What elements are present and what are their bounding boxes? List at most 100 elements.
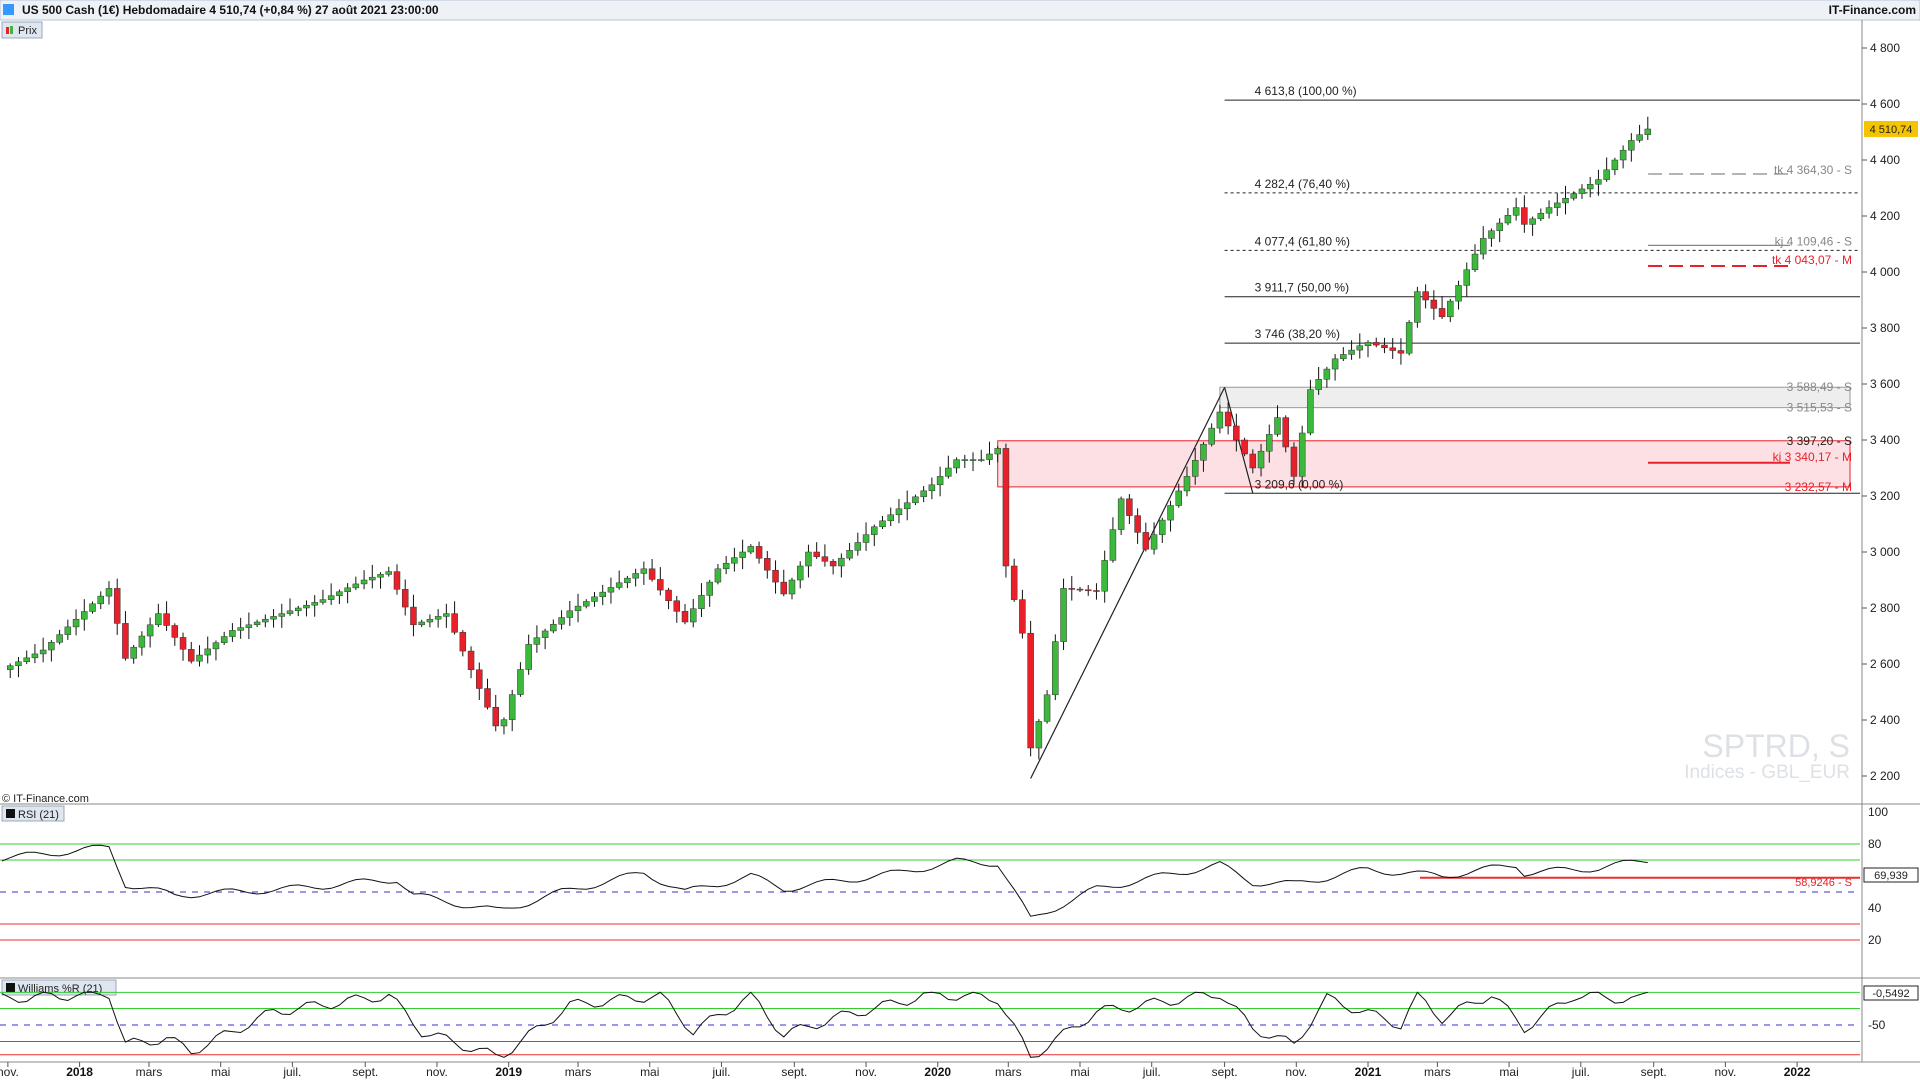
- candle-up: [706, 581, 713, 596]
- williams-value: -0,5492: [1872, 988, 1909, 1000]
- candle-up: [426, 618, 434, 623]
- candle-down: [755, 546, 763, 559]
- candle-up: [714, 568, 722, 583]
- candle-up: [541, 630, 549, 638]
- williams-legend-icon: [6, 983, 15, 992]
- candle-up: [1183, 476, 1191, 492]
- y-tick-label: 3 800: [1870, 321, 1900, 335]
- candle-up: [1191, 460, 1199, 477]
- candle-up: [105, 588, 113, 597]
- candle-up: [336, 591, 343, 596]
- x-tick-label: juil.: [711, 1065, 730, 1079]
- candle-up: [583, 601, 590, 607]
- legend-prix-label: Prix: [18, 25, 37, 37]
- candle-up: [64, 626, 72, 635]
- candle-up: [1447, 300, 1454, 318]
- fib-level-label: 4 613,8 (100,00 %): [1255, 84, 1357, 98]
- y-tick-label: 2 200: [1870, 769, 1900, 783]
- candle-up: [294, 607, 302, 612]
- candle-up: [72, 618, 80, 628]
- candle-up: [986, 453, 993, 460]
- candle-up: [689, 608, 697, 623]
- candle-up: [327, 595, 335, 600]
- candle-up: [862, 534, 870, 543]
- candle-up: [31, 653, 39, 659]
- candle-up: [1340, 354, 1347, 360]
- candle-down: [1093, 590, 1100, 592]
- candle-up: [220, 636, 228, 643]
- x-tick-label: sept.: [781, 1065, 807, 1079]
- candle-up: [1644, 128, 1652, 135]
- support-label: tk 4 364,30 - S: [1774, 163, 1852, 177]
- candle-down: [780, 581, 788, 595]
- candle-up: [1570, 193, 1577, 199]
- candle-down: [393, 571, 401, 590]
- y-tick-label: 4 000: [1870, 265, 1900, 279]
- candle-down: [179, 637, 187, 650]
- candle-down: [1389, 347, 1396, 351]
- candle-down: [476, 669, 483, 689]
- y-tick-label: 2 400: [1870, 713, 1900, 727]
- candle-up: [945, 467, 952, 477]
- candle-up: [805, 551, 812, 567]
- candle-up: [978, 459, 985, 461]
- candle-down: [1381, 344, 1388, 349]
- candle-up: [237, 627, 244, 631]
- candle-down: [1142, 532, 1150, 550]
- candle-down: [1249, 453, 1257, 469]
- williams-y-tick-label: -50: [1868, 1018, 1886, 1032]
- candle-up: [1479, 238, 1487, 255]
- candle-up: [377, 574, 384, 578]
- candle-up: [722, 562, 730, 570]
- candle-up: [632, 573, 639, 579]
- y-tick-label: 4 200: [1870, 209, 1900, 223]
- candle-up: [1537, 212, 1545, 220]
- candle-down: [1068, 588, 1076, 590]
- support-label: kj 4 109,46 - S: [1775, 234, 1852, 248]
- candle-up: [871, 526, 878, 535]
- candle-down: [1010, 565, 1018, 600]
- legend-prix[interactable]: Prix: [1, 21, 43, 39]
- candle-up: [1529, 218, 1536, 225]
- candle-down: [163, 613, 170, 626]
- candle-up: [130, 646, 137, 659]
- candle-up: [1545, 207, 1553, 214]
- candle-down: [188, 649, 195, 662]
- x-tick-label: nov.: [1285, 1065, 1307, 1079]
- watermark-market: Indices - GBL_EUR: [1684, 762, 1850, 783]
- candle-up: [607, 587, 615, 593]
- chart-canvas: US 500 Cash (1€) Hebdomadaire 4 510,74 (…: [0, 0, 1920, 1079]
- candle-up: [698, 595, 705, 609]
- candle-down: [467, 650, 475, 671]
- credit-label: © IT-Finance.com: [2, 793, 89, 805]
- candle-up: [1307, 389, 1314, 434]
- support-label: 3 397,20 - S: [1787, 434, 1852, 448]
- candle-down: [122, 623, 129, 659]
- candle-down: [821, 556, 829, 562]
- candle-up: [838, 557, 845, 567]
- rsi-value: 69,939: [1874, 870, 1908, 882]
- candle-down: [1002, 448, 1010, 567]
- window-icon: [3, 4, 14, 15]
- y-tick-label: 4 600: [1870, 97, 1900, 111]
- legend-rsi-label: RSI (21): [18, 809, 59, 821]
- candle-down: [1241, 439, 1248, 455]
- candle-up: [1628, 140, 1635, 151]
- chart-title: US 500 Cash (1€) Hebdomadaire 4 510,74 (…: [22, 3, 439, 17]
- support-label: tk 4 043,07 - M: [1772, 253, 1852, 267]
- candle-up: [591, 596, 598, 602]
- x-tick-label: mars: [136, 1065, 163, 1079]
- y-tick-label: 4 800: [1870, 41, 1900, 55]
- candle-up: [1405, 322, 1413, 354]
- legend-rsi[interactable]: RSI (21): [1, 805, 65, 822]
- candle-up: [146, 624, 154, 637]
- candle-up: [1414, 291, 1421, 323]
- candle-up: [1578, 188, 1586, 194]
- fib-level-label: 3 746 (38,20 %): [1255, 327, 1340, 341]
- x-tick-label: juil.: [1571, 1065, 1590, 1079]
- candle-down: [1084, 589, 1092, 592]
- candle-up: [270, 616, 277, 620]
- candle-up: [1512, 207, 1520, 216]
- candle-up: [1496, 222, 1503, 231]
- x-tick-label: 2019: [495, 1065, 522, 1079]
